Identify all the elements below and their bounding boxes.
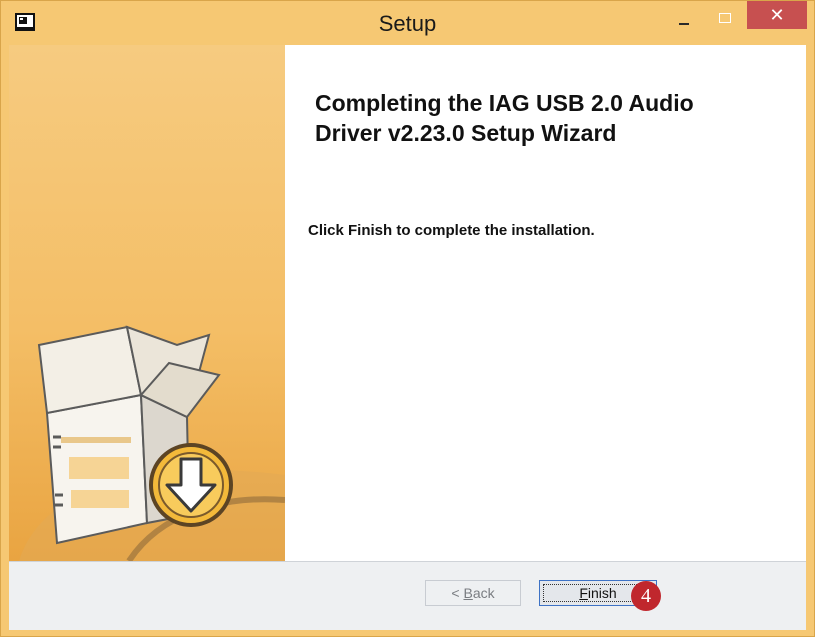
completion-message: Click Finish to complete the installatio… <box>308 222 595 239</box>
back-access-key: B <box>463 585 473 601</box>
step-number-badge: 4 <box>631 581 661 611</box>
finish-label-rest: inish <box>587 585 617 601</box>
minimize-button[interactable] <box>665 7 699 31</box>
title-bar[interactable]: Setup ✕ <box>1 1 814 45</box>
wizard-heading: Completing the IAG USB 2.0 Audio Driver … <box>315 88 785 148</box>
setup-window: Setup ✕ Completing the IAG USB 2.0 Audio… <box>0 0 815 637</box>
finish-access-key: F <box>579 585 588 601</box>
back-button[interactable]: < Back <box>425 580 521 606</box>
close-icon: ✕ <box>769 5 785 25</box>
close-button[interactable]: ✕ <box>747 1 807 29</box>
maximize-button[interactable] <box>707 7 741 31</box>
button-bar: < Back Finish 4 <box>9 561 806 630</box>
finish-label: Finish <box>579 585 616 601</box>
back-prefix: < <box>451 585 464 601</box>
heading-line-1: Completing the IAG USB 2.0 Audio <box>315 90 694 116</box>
heading-line-2: Driver v2.23.0 Setup Wizard <box>315 120 617 146</box>
wizard-banner <box>9 45 285 561</box>
back-label-rest: ack <box>472 585 495 601</box>
wizard-content: Completing the IAG USB 2.0 Audio Driver … <box>9 45 806 561</box>
